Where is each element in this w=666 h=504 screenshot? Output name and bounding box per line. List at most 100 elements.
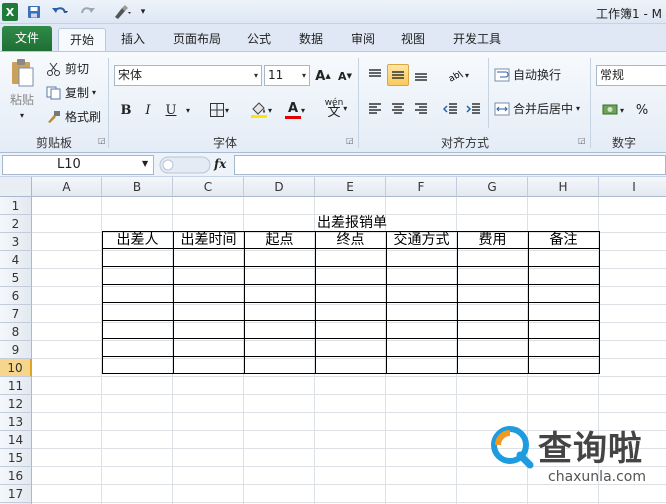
- italic-button[interactable]: I: [138, 99, 158, 121]
- clipboard-launcher-icon[interactable]: ◲: [98, 136, 106, 145]
- alignment-group-label: 对齐方式: [440, 136, 489, 150]
- column-header-d[interactable]: D: [244, 177, 315, 197]
- row-header-3[interactable]: 3: [0, 233, 32, 251]
- number-format-combo[interactable]: 常规: [596, 65, 666, 86]
- save-icon[interactable]: [26, 3, 42, 21]
- row-header-8[interactable]: 8: [0, 323, 32, 341]
- search-logo-icon: [490, 425, 534, 469]
- font-name-combo[interactable]: 宋体 ▾: [114, 65, 262, 86]
- row-header-12[interactable]: 12: [0, 395, 32, 413]
- formula-bar: L10 ▼ fx: [0, 153, 666, 177]
- grow-font-button[interactable]: A ▲: [314, 65, 332, 87]
- row-header-2[interactable]: 2: [0, 215, 32, 233]
- font-size-combo[interactable]: 11 ▾: [264, 65, 310, 86]
- group-divider: [488, 58, 489, 128]
- table-header-cell[interactable]: 交通方式: [386, 231, 457, 249]
- format-painter-label: 格式刷: [65, 110, 102, 124]
- column-header-i[interactable]: I: [599, 177, 666, 197]
- tab-developer[interactable]: 开发工具: [442, 28, 512, 51]
- row-header-17[interactable]: 17: [0, 485, 32, 503]
- underline-dropdown-icon[interactable]: ▾: [182, 99, 194, 121]
- watermark: 查询啦 chaxunla.com: [490, 421, 666, 504]
- name-box[interactable]: L10: [2, 155, 154, 175]
- row-header-15[interactable]: 15: [0, 449, 32, 467]
- column-header-b[interactable]: B: [102, 177, 173, 197]
- shrink-font-icon: A: [338, 69, 347, 83]
- wrap-text-button[interactable]: 自动换行: [494, 66, 561, 83]
- row-header-10[interactable]: 10: [0, 359, 32, 377]
- phonetic-guide-button[interactable]: wén 文 ▾: [320, 97, 352, 119]
- format-brush-icon[interactable]: [110, 3, 134, 21]
- font-launcher-icon[interactable]: ◲: [346, 136, 354, 145]
- accounting-format-button[interactable]: ▾: [598, 99, 628, 121]
- align-center-icon: [390, 102, 406, 116]
- row-header-16[interactable]: 16: [0, 467, 32, 485]
- fill-bucket-icon: [250, 101, 268, 119]
- row-header-9[interactable]: 9: [0, 341, 32, 359]
- row-header-4[interactable]: 4: [0, 251, 32, 269]
- paste-button[interactable]: 粘贴 ▾: [6, 58, 38, 120]
- align-bottom-button[interactable]: [410, 64, 432, 86]
- decrease-indent-button[interactable]: [440, 98, 462, 120]
- group-divider: [590, 58, 591, 148]
- column-header-c[interactable]: C: [173, 177, 244, 197]
- row-header-1[interactable]: 1: [0, 197, 32, 215]
- align-center-button[interactable]: [387, 98, 409, 120]
- column-header-g[interactable]: G: [457, 177, 528, 197]
- tab-formulas[interactable]: 公式: [236, 28, 282, 51]
- fill-color-button[interactable]: ▾: [246, 99, 276, 121]
- row-header-13[interactable]: 13: [0, 413, 32, 431]
- column-header-f[interactable]: F: [386, 177, 457, 197]
- table-header-cell[interactable]: 备注: [528, 231, 599, 249]
- merge-center-button[interactable]: 合并后居中 ▾: [494, 100, 580, 117]
- table-border-horizontal: [102, 356, 600, 357]
- watermark-url: chaxunla.com: [548, 469, 646, 485]
- tab-view[interactable]: 视图: [390, 28, 436, 51]
- borders-button[interactable]: ▾: [204, 99, 234, 121]
- table-header-cell[interactable]: 起点: [244, 231, 315, 249]
- table-header-cell[interactable]: 出差人: [102, 231, 173, 249]
- column-header-h[interactable]: H: [528, 177, 599, 197]
- align-right-button[interactable]: [410, 98, 432, 120]
- tab-insert[interactable]: 插入: [110, 28, 156, 51]
- format-painter-icon: [46, 110, 62, 124]
- watermark-name: 查询啦: [538, 429, 643, 469]
- cut-button[interactable]: 剪切: [46, 60, 89, 77]
- redo-icon[interactable]: [78, 3, 98, 21]
- column-header-a[interactable]: A: [32, 177, 102, 197]
- row-header-6[interactable]: 6: [0, 287, 32, 305]
- tab-data[interactable]: 数据: [288, 28, 334, 51]
- align-left-button[interactable]: [364, 98, 386, 120]
- formula-input[interactable]: [234, 155, 666, 175]
- table-header-cell[interactable]: 出差时间: [173, 231, 244, 249]
- row-header-14[interactable]: 14: [0, 431, 32, 449]
- bold-button[interactable]: B: [116, 99, 136, 121]
- tab-home[interactable]: 开始: [58, 28, 106, 51]
- increase-indent-button[interactable]: [463, 98, 485, 120]
- undo-icon[interactable]: [50, 3, 70, 21]
- font-color-button[interactable]: A ▾: [280, 99, 310, 121]
- table-header-cell[interactable]: 终点: [315, 231, 386, 249]
- name-box-dropdown-icon[interactable]: ▼: [142, 159, 148, 168]
- row-header-5[interactable]: 5: [0, 269, 32, 287]
- column-header-e[interactable]: E: [315, 177, 386, 197]
- row-header-11[interactable]: 11: [0, 377, 32, 395]
- format-painter-button[interactable]: 格式刷: [46, 108, 101, 125]
- underline-button[interactable]: U: [160, 99, 182, 121]
- customize-toolbar-icon[interactable]: ▾: [138, 3, 148, 21]
- alignment-launcher-icon[interactable]: ◲: [578, 136, 586, 145]
- orientation-button[interactable]: ab ▾: [442, 64, 474, 86]
- tab-file[interactable]: 文件: [2, 26, 52, 51]
- shrink-font-button[interactable]: A ▼: [336, 65, 354, 87]
- row-header-7[interactable]: 7: [0, 305, 32, 323]
- table-header-cell[interactable]: 费用: [457, 231, 528, 249]
- tab-review[interactable]: 审阅: [340, 28, 386, 51]
- insert-function-button[interactable]: fx: [214, 157, 226, 171]
- copy-button[interactable]: 复制 ▾: [46, 84, 96, 101]
- select-all-corner[interactable]: [0, 177, 32, 197]
- percent-button[interactable]: %: [632, 99, 652, 121]
- tab-page-layout[interactable]: 页面布局: [162, 28, 232, 51]
- align-middle-button[interactable]: [387, 64, 409, 86]
- align-top-button[interactable]: [364, 64, 386, 86]
- excel-app-icon[interactable]: X: [2, 3, 18, 21]
